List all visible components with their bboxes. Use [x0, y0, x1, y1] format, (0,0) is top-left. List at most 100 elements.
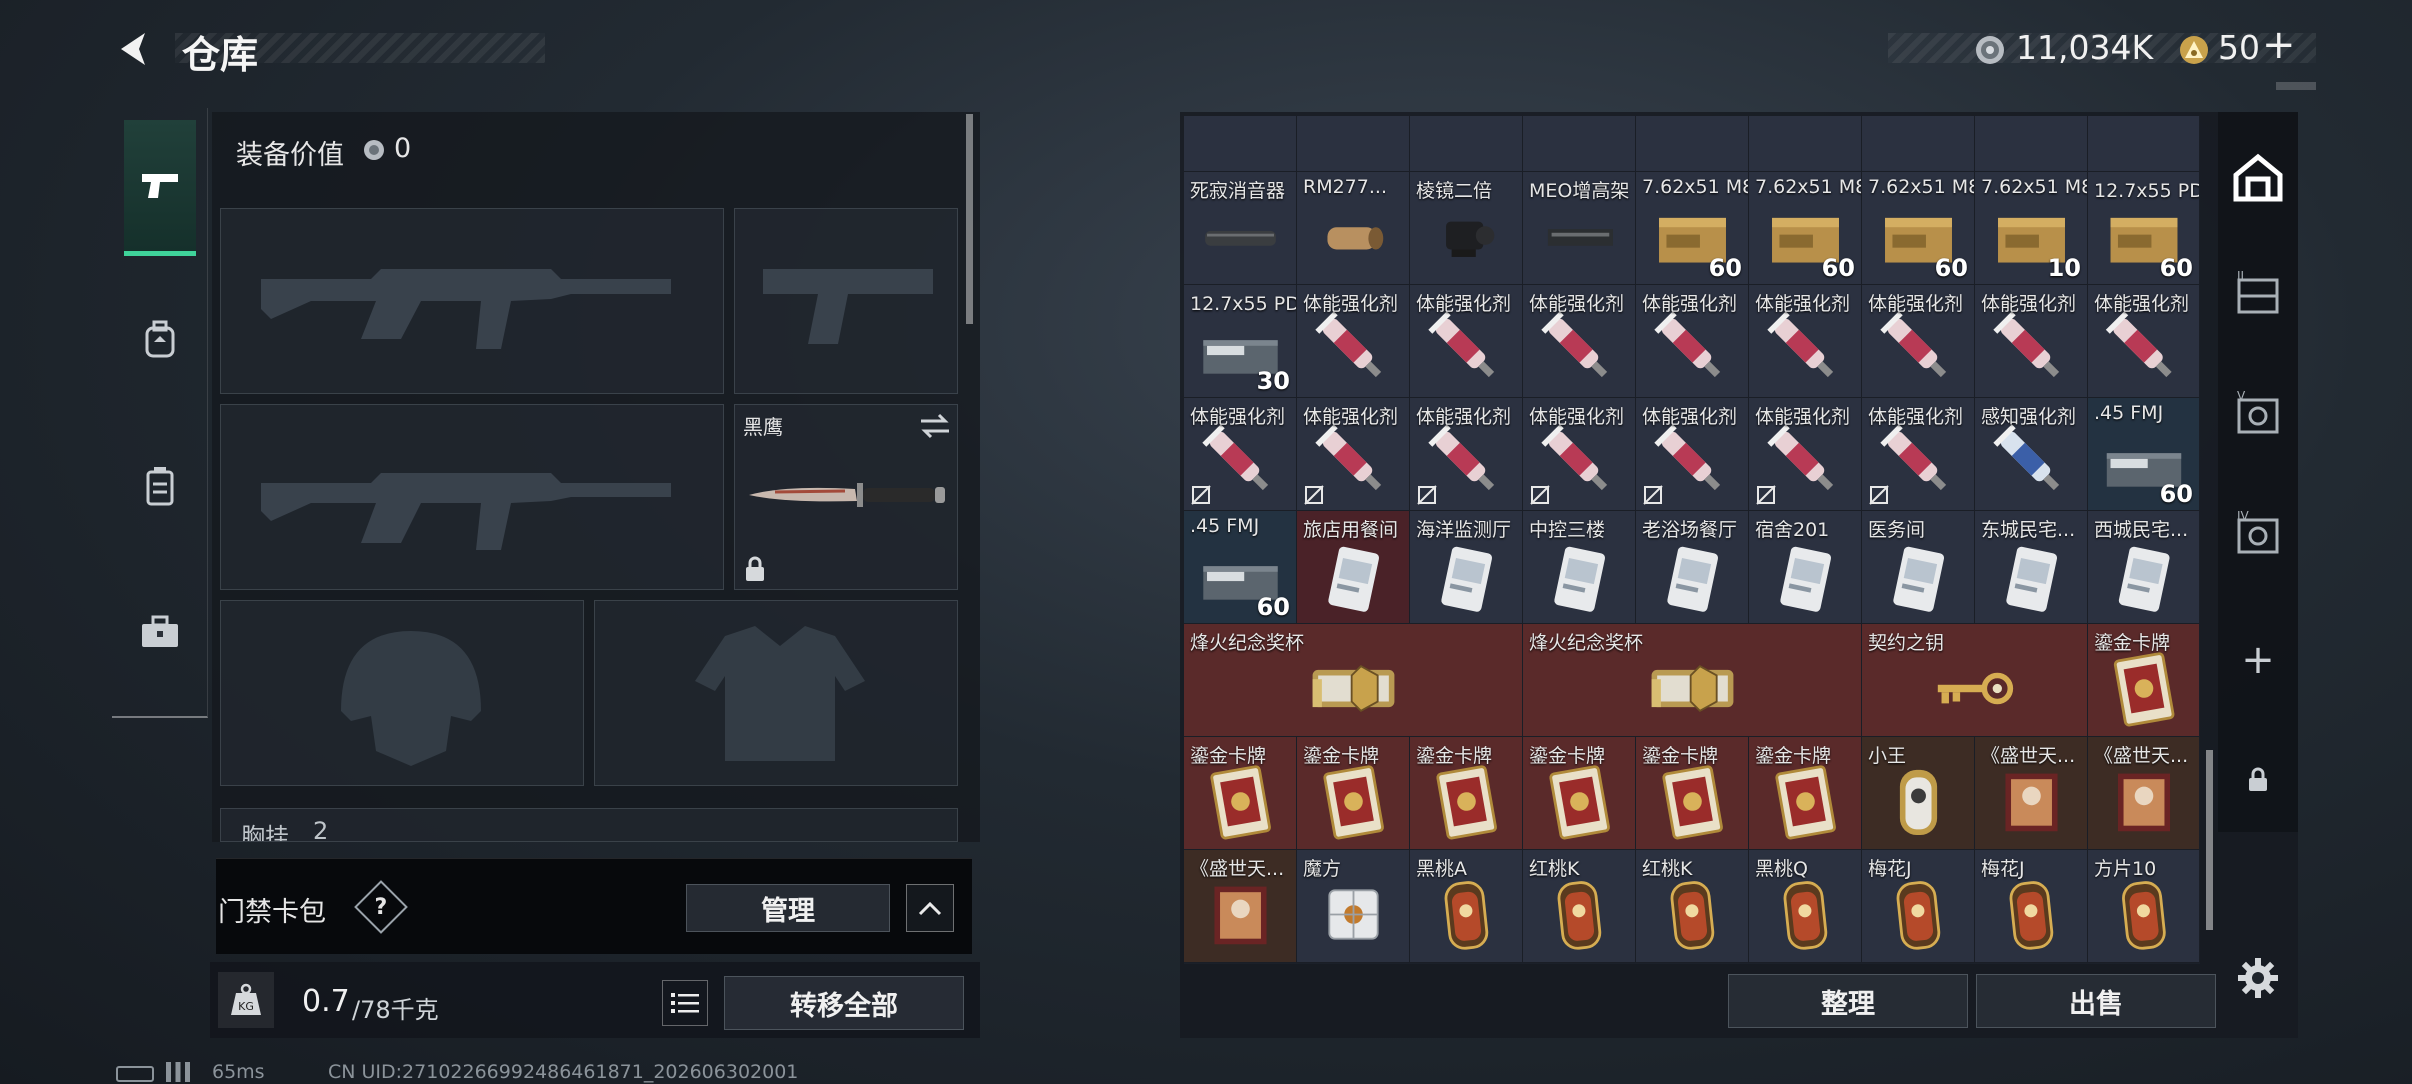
tab-storage-3[interactable]: V	[2220, 376, 2296, 452]
armor-slot[interactable]	[594, 600, 958, 786]
storage-item[interactable]: 魔方	[1297, 850, 1410, 963]
storage-item[interactable]: 医务间	[1862, 511, 1975, 624]
sell-button[interactable]: 出售	[1976, 974, 2216, 1028]
storage-item[interactable]: 棱镜二倍	[1410, 172, 1523, 285]
storage-item[interactable]: 黑桃A	[1410, 850, 1523, 963]
storage-item[interactable]: 体能强化剂	[1297, 285, 1410, 398]
back-button[interactable]	[108, 24, 158, 74]
clipped-row-cell[interactable]	[1184, 116, 1297, 172]
storage-item[interactable]: 12.7x55 PD12双头 60	[2088, 172, 2200, 285]
locked-storage-tab[interactable]	[2220, 742, 2296, 818]
storage-item[interactable]: .45 FMJ 60	[2088, 398, 2200, 511]
storage-item[interactable]: 东城民宅...	[1975, 511, 2088, 624]
list-view-button[interactable]	[662, 980, 708, 1026]
clipped-row-cell[interactable]	[1749, 116, 1862, 172]
tab-storage-4[interactable]: IV	[2220, 496, 2296, 572]
storage-item[interactable]: 方片10	[2088, 850, 2200, 963]
clipped-row-cell[interactable]	[1636, 116, 1749, 172]
clipped-row-cell[interactable]	[1975, 116, 2088, 172]
storage-item[interactable]: 7.62x51 M80 60	[1862, 172, 1975, 285]
storage-item[interactable]: 红桃K	[1636, 850, 1749, 963]
storage-item[interactable]: 体能强化剂	[1523, 398, 1636, 511]
storage-item[interactable]: 梅花J	[1862, 850, 1975, 963]
tab-storage-home[interactable]	[2220, 140, 2296, 216]
storage-item[interactable]: 《盛世天...	[1975, 737, 2088, 850]
secondary-weapon-slot[interactable]	[220, 404, 724, 590]
storage-item[interactable]: 《盛世天...	[1184, 850, 1297, 963]
storage-item[interactable]: 体能强化剂	[1862, 285, 1975, 398]
storage-item[interactable]: 海洋监测厅	[1410, 511, 1523, 624]
item-name: 梅花J	[1981, 858, 2025, 880]
triangle-coin-icon	[2178, 34, 2210, 66]
loadout-scrollbar[interactable]	[966, 114, 973, 324]
storage-item[interactable]: 中控三楼	[1523, 511, 1636, 624]
storage-item[interactable]: 《盛世天...	[2088, 737, 2200, 850]
storage-item[interactable]: 鎏金卡牌	[1749, 737, 1862, 850]
storage-item[interactable]: 7.62x51 M80 60	[1636, 172, 1749, 285]
manage-button[interactable]: 管理	[686, 884, 890, 932]
chest-rig-slot[interactable]: 胸挂 2	[220, 808, 958, 842]
storage-item[interactable]: 体能强化剂	[1749, 285, 1862, 398]
clipped-row-cell[interactable]	[2088, 116, 2200, 172]
storage-item[interactable]: 12.7x55 PD12双头 30	[1184, 285, 1297, 398]
storage-item[interactable]: 体能强化剂	[1297, 398, 1410, 511]
swap-icon[interactable]	[919, 413, 951, 439]
add-currency-button[interactable]: +	[2262, 22, 2296, 68]
storage-item[interactable]: 宿舍201	[1749, 511, 1862, 624]
clipped-row-cell[interactable]	[1862, 116, 1975, 172]
storage-item[interactable]: MEO增高架	[1523, 172, 1636, 285]
sidearm-slot[interactable]	[734, 208, 958, 394]
storage-item[interactable]: 体能强化剂	[1749, 398, 1862, 511]
home-storage-icon	[2233, 153, 2283, 202]
storage-item[interactable]: 体能强化剂	[1636, 398, 1749, 511]
storage-item[interactable]: 西城民宅...	[2088, 511, 2200, 624]
storage-item[interactable]: 体能强化剂	[1523, 285, 1636, 398]
shelf-icon: II	[2237, 270, 2279, 314]
storage-item[interactable]: 老浴场餐厅	[1636, 511, 1749, 624]
add-storage-button[interactable]: +	[2220, 622, 2296, 698]
storage-item[interactable]: 7.62x51 M80 60	[1749, 172, 1862, 285]
clipped-row-cell[interactable]	[1297, 116, 1410, 172]
storage-item[interactable]: 鎏金卡牌	[2088, 624, 2200, 737]
storage-scrollbar[interactable]	[2206, 750, 2213, 930]
tab-container[interactable]	[124, 446, 196, 526]
storage-item[interactable]: 红桃K	[1523, 850, 1636, 963]
storage-item[interactable]: 鎏金卡牌	[1523, 737, 1636, 850]
helmet-slot[interactable]	[220, 600, 584, 786]
storage-item[interactable]: .45 FMJ 60	[1184, 511, 1297, 624]
tab-weapon[interactable]	[124, 120, 196, 256]
storage-item[interactable]: 体能强化剂	[2088, 285, 2200, 398]
storage-item[interactable]: 体能强化剂	[1410, 398, 1523, 511]
storage-item[interactable]: 契约之钥	[1862, 624, 2088, 737]
sort-button[interactable]: 整理	[1728, 974, 1968, 1028]
storage-item[interactable]: 7.62x51 M80 10	[1975, 172, 2088, 285]
transfer-all-button[interactable]: 转移全部	[724, 976, 964, 1030]
storage-item[interactable]: 死寂消音器	[1184, 172, 1297, 285]
storage-item[interactable]: 小王	[1862, 737, 1975, 850]
storage-item[interactable]: 鎏金卡牌	[1184, 737, 1297, 850]
storage-item[interactable]: RM277...	[1297, 172, 1410, 285]
storage-item[interactable]: 体能强化剂	[1862, 398, 1975, 511]
tab-case[interactable]	[124, 592, 196, 672]
collapse-button[interactable]	[906, 884, 954, 932]
settings-button[interactable]	[2232, 952, 2284, 1004]
storage-item[interactable]: 体能强化剂	[1975, 285, 2088, 398]
clipped-row-cell[interactable]	[1410, 116, 1523, 172]
storage-item[interactable]: 鎏金卡牌	[1297, 737, 1410, 850]
storage-item[interactable]: 感知强化剂	[1975, 398, 2088, 511]
storage-item[interactable]: 体能强化剂	[1184, 398, 1297, 511]
tab-storage-2[interactable]: II	[2220, 256, 2296, 332]
storage-item[interactable]: 烽火纪念奖杯	[1523, 624, 1862, 737]
tab-backpack[interactable]	[124, 300, 196, 380]
primary-weapon-slot[interactable]	[220, 208, 724, 394]
storage-item[interactable]: 旅店用餐间	[1297, 511, 1410, 624]
storage-item[interactable]: 黑桃Q	[1749, 850, 1862, 963]
storage-item[interactable]: 鎏金卡牌	[1410, 737, 1523, 850]
clipped-row-cell[interactable]	[1523, 116, 1636, 172]
storage-item[interactable]: 鎏金卡牌	[1636, 737, 1749, 850]
storage-item[interactable]: 体能强化剂	[1636, 285, 1749, 398]
storage-item[interactable]: 梅花J	[1975, 850, 2088, 963]
storage-item[interactable]: 体能强化剂	[1410, 285, 1523, 398]
storage-item[interactable]: 烽火纪念奖杯	[1184, 624, 1523, 737]
melee-slot[interactable]: 黑鹰	[734, 404, 958, 590]
